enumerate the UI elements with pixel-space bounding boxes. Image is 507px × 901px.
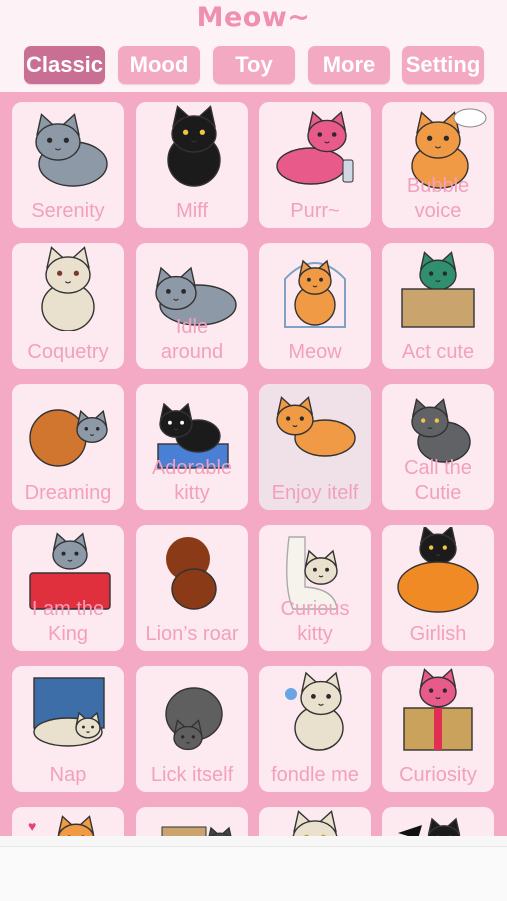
sticker-card[interactable]: Serenity (12, 102, 124, 228)
sticker-grid: Serenity Miff Purr~ Bubble voice Coquetr… (0, 92, 507, 836)
sticker-label: I am the King (12, 597, 124, 647)
lion-shadow-icon (142, 527, 242, 613)
sticker-card[interactable] (259, 807, 371, 836)
sticker-label: Curious kitty (259, 597, 371, 647)
sticker-label: Dreaming (12, 481, 124, 506)
sticker-card[interactable]: Meow (259, 243, 371, 369)
tab-setting[interactable]: Setting (402, 46, 484, 84)
sticker-card[interactable]: Lick itself (136, 666, 248, 792)
sticker-card[interactable]: ♥ (12, 807, 124, 836)
svg-text:♥: ♥ (28, 818, 36, 834)
tab-toy[interactable]: Toy (213, 46, 295, 84)
bottom-bar-panel (0, 846, 507, 901)
sticker-label: Curiosity (382, 763, 494, 788)
sticker-label: Serenity (12, 199, 124, 224)
sticker-card[interactable]: Curiosity (382, 666, 494, 792)
sticker-label: Nap (12, 763, 124, 788)
sticker-label: Bubble voice (382, 174, 494, 224)
beige-cat-sitting-icon (18, 245, 118, 331)
black-cat-licking-icon (142, 668, 242, 754)
tab-more[interactable]: More (308, 46, 390, 84)
orange-cat-stretching-icon (265, 386, 365, 472)
sticker-card[interactable] (136, 807, 248, 836)
sticker-card[interactable]: fondle me (259, 666, 371, 792)
sticker-card[interactable]: Girlish (382, 525, 494, 651)
gray-cat-calm-icon (18, 104, 118, 190)
sticker-label: Enjoy itelf (259, 481, 371, 506)
sticker-label: fondle me (259, 763, 371, 788)
sticker-card[interactable]: Call the Cutie (382, 384, 494, 510)
black-cat-with-bat-icon (388, 809, 488, 836)
sticker-label: Meow (259, 340, 371, 365)
sticker-label: Purr~ (259, 199, 371, 224)
cat-in-box-icon (388, 245, 488, 331)
bottom-bar (0, 836, 507, 900)
sticker-card[interactable]: Enjoy itelf (259, 384, 371, 510)
sticker-label: Coquetry (12, 340, 124, 365)
sticker-card[interactable]: Act cute (382, 243, 494, 369)
sticker-card[interactable]: Miff (136, 102, 248, 228)
sticker-label: Call the Cutie (382, 456, 494, 506)
sticker-card[interactable]: Adorable kitty (136, 384, 248, 510)
sticker-label: Idle around (136, 315, 248, 365)
black-cat-in-pumpkin-icon (388, 527, 488, 613)
orange-cat-in-cage-icon (265, 245, 365, 331)
cream-cat-peeking-icon (265, 809, 365, 836)
sticker-label: Girlish (382, 622, 494, 647)
sticker-card[interactable]: Dreaming (12, 384, 124, 510)
tab-mood[interactable]: Mood (118, 46, 200, 84)
sticker-card[interactable]: Lion’s roar (136, 525, 248, 651)
cat-with-box-icon (142, 809, 242, 836)
sticker-card[interactable]: Nap (12, 666, 124, 792)
sticker-card[interactable]: Idle around (136, 243, 248, 369)
header-bar: Meow~ Classic Mood Toy More Setting (0, 0, 507, 92)
sticker-label: Act cute (382, 340, 494, 365)
sticker-card[interactable]: Coquetry (12, 243, 124, 369)
app-title: Meow~ (0, 2, 507, 33)
sticker-card[interactable]: Purr~ (259, 102, 371, 228)
sticker-label: Lion’s roar (136, 622, 248, 647)
black-cat-angry-icon (142, 104, 242, 190)
sticker-card[interactable] (382, 807, 494, 836)
sticker-card[interactable]: Curious kitty (259, 525, 371, 651)
cats-with-yarn-ball-icon (18, 386, 118, 472)
sticker-card[interactable]: I am the King (12, 525, 124, 651)
cat-on-laptop-icon (18, 668, 118, 754)
sticker-label: Lick itself (136, 763, 248, 788)
tab-bar: Classic Mood Toy More Setting (0, 46, 507, 86)
sticker-label: Adorable kitty (136, 456, 248, 506)
sticker-card[interactable]: Bubble voice (382, 102, 494, 228)
sticker-label: Miff (136, 199, 248, 224)
orange-cat-with-hearts-icon: ♥ (18, 809, 118, 836)
tab-classic[interactable]: Classic (24, 46, 105, 84)
pink-cat-lying-icon (265, 104, 365, 190)
pink-cat-in-gift-box-icon (388, 668, 488, 754)
cream-cat-with-flower-icon (265, 668, 365, 754)
